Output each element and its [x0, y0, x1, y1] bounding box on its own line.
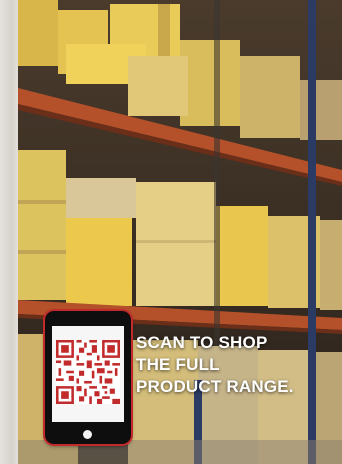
cta-line-3: PRODUCT RANGE.	[136, 377, 294, 396]
tablet-screen	[52, 326, 124, 422]
qr-code-icon[interactable]	[56, 340, 120, 404]
promo-banner: SCAN TO SHOP THE FULL PRODUCT RANGE.	[0, 0, 342, 464]
tablet-home-button-icon	[83, 430, 92, 439]
tablet-icon	[45, 311, 131, 444]
cta-line-1: SCAN TO SHOP	[136, 333, 268, 352]
cta-line-2: THE FULL	[136, 355, 220, 374]
scan-to-shop-text: SCAN TO SHOP THE FULL PRODUCT RANGE.	[136, 332, 342, 398]
